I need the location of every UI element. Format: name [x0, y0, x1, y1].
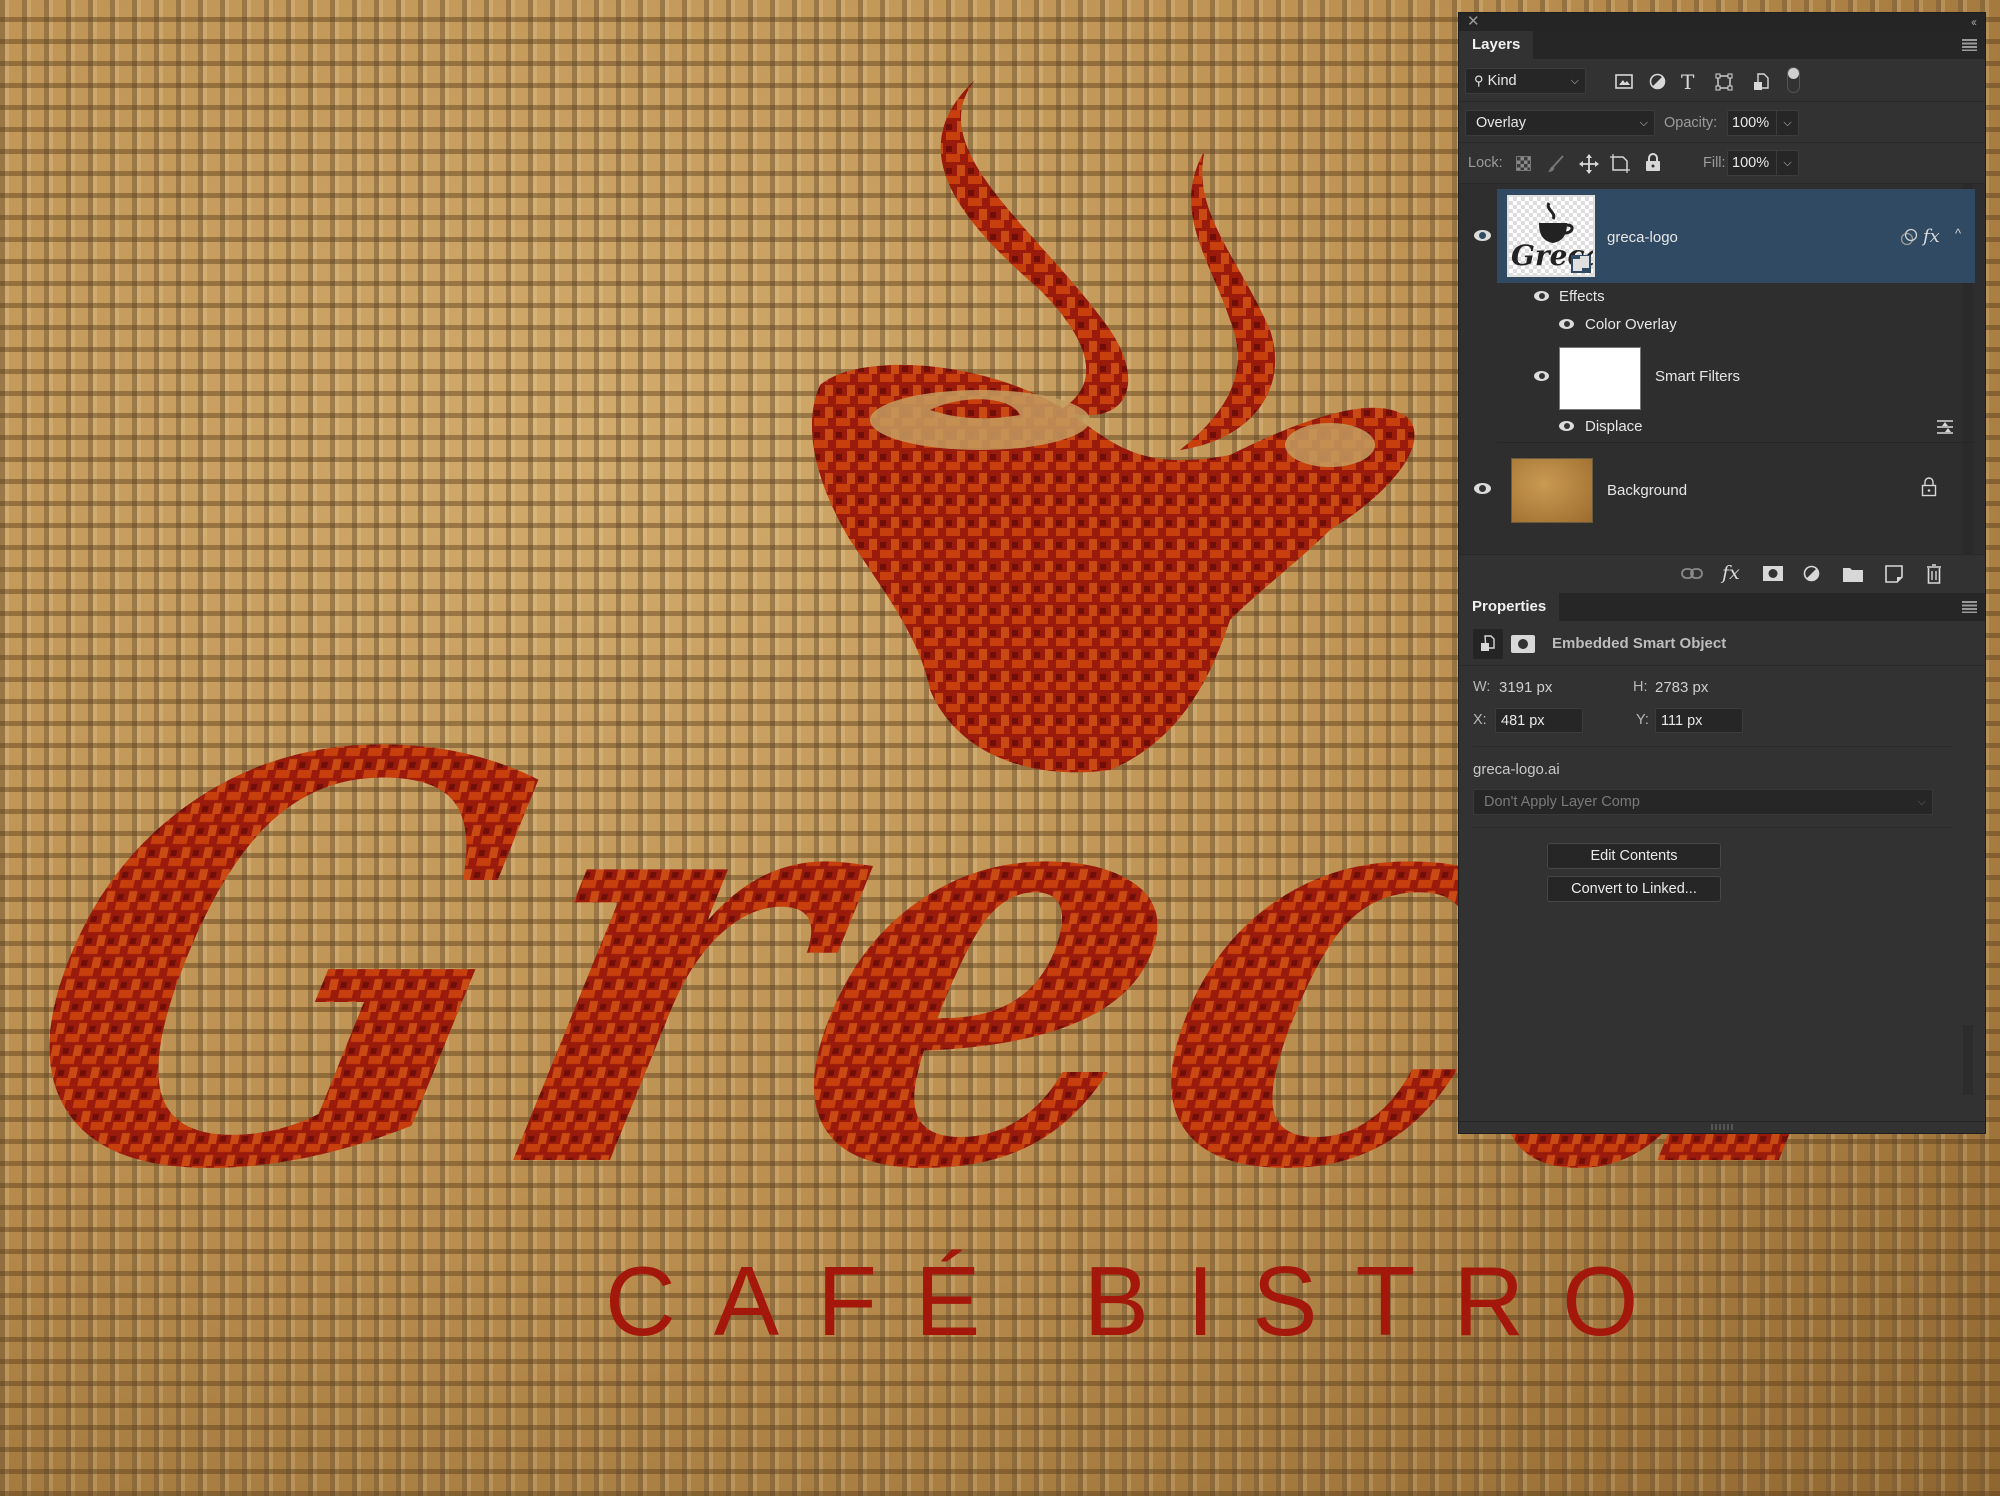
effects-visibility-eye-icon[interactable] [1534, 291, 1549, 301]
layer-name-greca-logo[interactable]: greca-logo [1607, 229, 1678, 246]
smart-object-filter-icon[interactable] [1753, 73, 1769, 91]
width-value: 3191 px [1499, 679, 1553, 696]
layer-comp-select[interactable]: Don't Apply Layer Comp ⌵ [1473, 789, 1933, 815]
opacity-dropdown-icon[interactable]: ⌵ [1776, 111, 1798, 135]
cup-inner [870, 390, 1090, 450]
new-layer-icon[interactable] [1885, 565, 1903, 583]
lock-artboard-icon[interactable] [1610, 154, 1630, 173]
layers-tab-row: Layers [1459, 31, 1985, 59]
lock-row: Lock: Fill: 100% ⌵ [1459, 143, 1985, 183]
fill-value: 100% [1732, 155, 1770, 171]
lock-label: Lock: [1468, 155, 1503, 171]
blend-mode-value: Overlay [1476, 115, 1526, 131]
object-type-label: Embedded Smart Object [1552, 635, 1727, 652]
smart-object-properties-button[interactable] [1473, 629, 1503, 659]
fill-input[interactable]: 100% ⌵ [1727, 150, 1799, 176]
handle-hole [1285, 423, 1375, 467]
new-adjustment-layer-icon[interactable] [1803, 565, 1820, 582]
effect-color-overlay[interactable]: Color Overlay [1585, 316, 1677, 333]
opacity-label: Opacity: [1664, 115, 1718, 131]
y-label: Y: [1636, 712, 1649, 728]
collapse-panel-icon[interactable]: ‹‹ [1971, 13, 1977, 31]
layer-comp-value: Don't Apply Layer Comp [1484, 794, 1640, 810]
new-group-icon[interactable] [1843, 566, 1863, 582]
properties-tab-row: Properties [1459, 593, 1985, 621]
chevron-down-icon: ⌵ [1639, 117, 1648, 129]
source-filename: greca-logo.ai [1473, 761, 1560, 778]
blend-mode-row: Overlay ⌵ Opacity: 100% ⌵ [1459, 102, 1985, 142]
blend-mode-select[interactable]: Overlay ⌵ [1465, 110, 1655, 136]
image-filter-icon[interactable] [1615, 74, 1633, 89]
layers-footer: fx [1459, 555, 1985, 593]
width-label: W: [1473, 679, 1491, 695]
color-overlay-visibility-eye-icon[interactable] [1559, 319, 1574, 329]
steam-right [1180, 150, 1276, 450]
filter-kind-select[interactable]: ⚲ Kind ⌵ [1465, 68, 1586, 94]
fill-label: Fill: [1703, 155, 1726, 171]
x-position-input[interactable]: 481 px [1495, 708, 1583, 733]
lock-image-pixels-icon[interactable] [1547, 155, 1565, 173]
smart-filters-label[interactable]: Smart Filters [1655, 368, 1740, 385]
height-value: 2783 px [1655, 679, 1709, 696]
layer-name-background[interactable]: Background [1607, 482, 1687, 499]
lock-position-icon[interactable] [1579, 154, 1599, 174]
edit-contents-button[interactable]: Edit Contents [1547, 843, 1721, 869]
properties-header: Embedded Smart Object [1459, 621, 1985, 665]
type-filter-icon[interactable]: T [1681, 70, 1694, 94]
background-visibility-eye-icon[interactable] [1474, 483, 1491, 494]
opacity-value: 100% [1732, 115, 1770, 131]
adjustment-filter-icon[interactable] [1649, 73, 1666, 90]
y-position-value: 111 px [1661, 713, 1703, 729]
steam-left [940, 80, 1129, 416]
layer-effects-label[interactable]: Effects [1559, 288, 1605, 305]
lock-transparent-pixels-icon[interactable] [1516, 156, 1531, 171]
filter-blending-options-icon[interactable] [1936, 418, 1954, 434]
layers-properties-panel: ✕ ‹‹ Layers ⚲ Kind ⌵ T Overlay ⌵ Opacity… [1458, 12, 1986, 1134]
opacity-input[interactable]: 100% ⌵ [1727, 110, 1799, 136]
smart-filter-mask-thumbnail[interactable] [1559, 347, 1641, 410]
visibility-eye-icon[interactable] [1474, 230, 1491, 241]
fx-badge[interactable]: fx [1923, 226, 1940, 247]
layer-thumbnail-background [1511, 458, 1593, 523]
layer-filter-row: ⚲ Kind ⌵ T [1459, 59, 1985, 101]
close-icon[interactable]: ✕ [1467, 13, 1480, 31]
smart-filters-visibility-eye-icon[interactable] [1534, 371, 1549, 381]
displace-visibility-eye-icon[interactable] [1559, 421, 1574, 431]
chevron-down-icon: ⌵ [1570, 75, 1579, 87]
filter-toggle[interactable] [1787, 67, 1800, 93]
panel-titlebar[interactable]: ✕ ‹‹ [1459, 13, 1985, 31]
layer-thumbnail-greca-logo: Greca [1507, 195, 1603, 277]
lock-all-icon[interactable] [1645, 153, 1661, 172]
fill-dropdown-icon[interactable]: ⌵ [1776, 151, 1798, 175]
tab-layers[interactable]: Layers [1459, 31, 1534, 59]
x-position-value: 481 px [1501, 713, 1545, 729]
logo-tagline: CAFÉ BISTRO [605, 1246, 1676, 1356]
chevron-down-icon: ⌵ [1917, 796, 1926, 808]
mask-properties-icon[interactable] [1511, 635, 1535, 653]
panel-resize-grip[interactable] [1711, 1124, 1733, 1130]
tab-properties[interactable]: Properties [1459, 593, 1560, 621]
panel-menu-icon[interactable] [1962, 39, 1977, 51]
delete-layer-icon[interactable] [1926, 564, 1942, 584]
x-label: X: [1473, 712, 1487, 728]
y-position-input[interactable]: 111 px [1655, 708, 1743, 733]
convert-to-linked-button[interactable]: Convert to Linked... [1547, 876, 1721, 902]
add-layer-mask-icon[interactable] [1763, 566, 1783, 581]
properties-scrollbar[interactable] [1963, 1025, 1973, 1095]
filter-kind-label: Kind [1487, 73, 1517, 89]
height-label: H: [1633, 679, 1648, 695]
shape-filter-icon[interactable] [1715, 73, 1733, 91]
smart-object-link-icon [1900, 228, 1918, 246]
filter-displace[interactable]: Displace [1585, 418, 1643, 435]
collapse-effects-icon[interactable]: ^ [1955, 226, 1961, 241]
link-layers-icon[interactable] [1681, 567, 1703, 581]
add-layer-style-icon[interactable]: fx [1722, 562, 1740, 584]
properties-menu-icon[interactable] [1962, 601, 1977, 613]
layer-locked-icon[interactable] [1921, 477, 1937, 497]
search-icon: ⚲ [1474, 73, 1484, 88]
